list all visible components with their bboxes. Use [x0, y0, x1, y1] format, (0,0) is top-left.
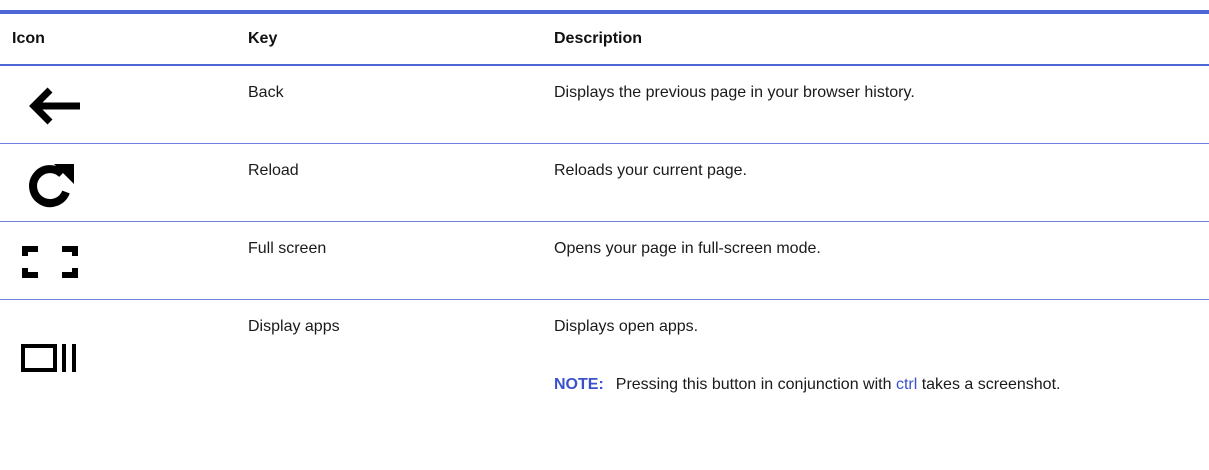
key-name: Back: [248, 84, 284, 101]
header-description: Description: [554, 30, 643, 47]
header-icon: Icon: [12, 30, 45, 47]
back-arrow-icon: [18, 74, 82, 138]
table-row: Back Displays the previous page in your …: [0, 66, 1209, 144]
key-description: Displays the previous page in your brows…: [554, 84, 915, 101]
key-name: Reload: [248, 162, 299, 179]
key-description: Opens your page in full-screen mode.: [554, 240, 821, 257]
note-text-before: Pressing this button in conjunction with: [615, 376, 896, 393]
table-header-row: Icon Key Description: [0, 14, 1209, 66]
fullscreen-icon: [18, 230, 82, 294]
note: NOTE: Pressing this button in conjunction…: [554, 376, 1060, 394]
table-row: Full screen Opens your page in full-scre…: [0, 222, 1209, 300]
table-row: Reload Reloads your current page.: [0, 144, 1209, 222]
table-row: Display apps Displays open apps. NOTE: Pr…: [0, 300, 1209, 430]
ctrl-link[interactable]: ctrl: [896, 376, 917, 393]
header-key: Key: [248, 30, 278, 47]
key-description: Reloads your current page.: [554, 162, 747, 179]
key-description: Displays open apps.: [554, 318, 699, 335]
note-text-after: takes a screenshot.: [917, 376, 1061, 393]
keys-table: Icon Key Description Back Displays the p…: [0, 10, 1209, 430]
display-apps-icon: [18, 326, 82, 390]
key-name: Full screen: [248, 240, 327, 257]
key-name: Display apps: [248, 318, 340, 335]
note-label: NOTE:: [554, 376, 604, 393]
reload-icon: [18, 152, 82, 216]
